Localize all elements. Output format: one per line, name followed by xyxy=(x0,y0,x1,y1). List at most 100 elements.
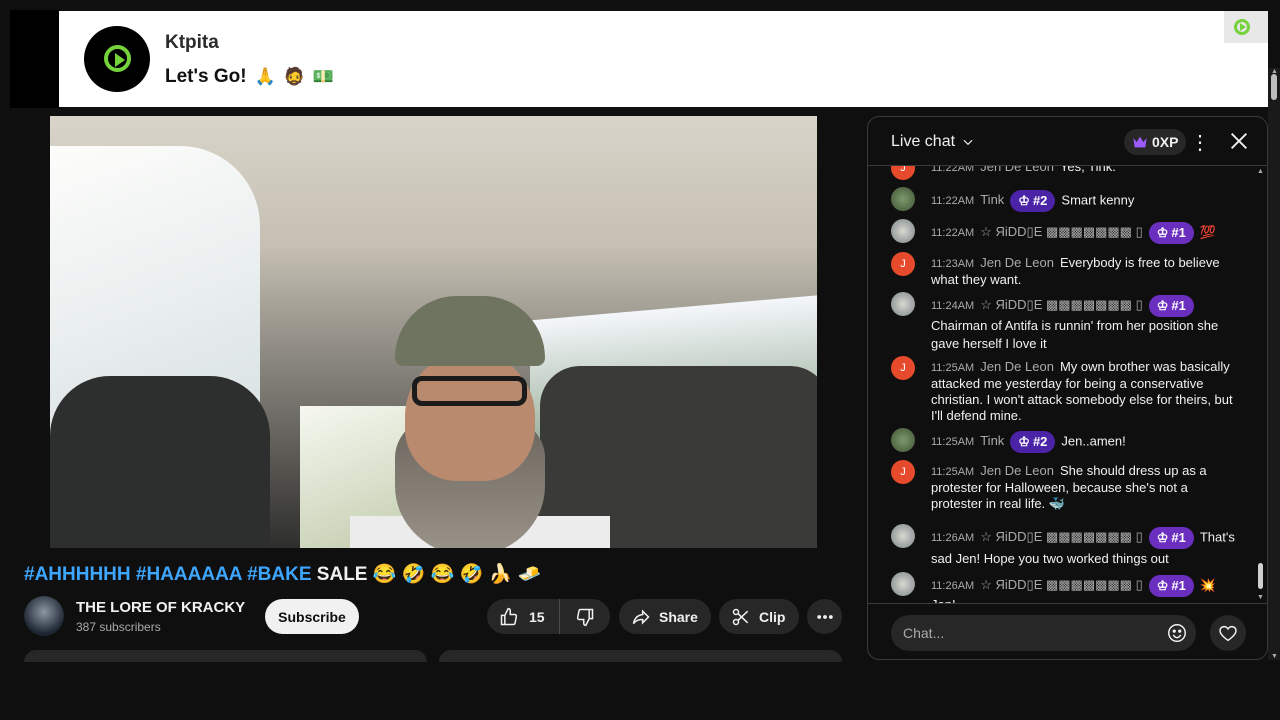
chat-header: Live chat 0XP ⋮ xyxy=(868,117,1267,166)
title-text: SALE xyxy=(316,564,368,585)
channel-avatar[interactable] xyxy=(24,596,64,636)
chat-mode-dropdown[interactable]: Live chat xyxy=(891,133,975,151)
video-frame-person xyxy=(350,296,630,548)
scrollbar-thumb[interactable] xyxy=(1271,74,1277,100)
rumble-logo-icon xyxy=(84,26,150,92)
rank-badge: ♔ #1 xyxy=(1148,527,1194,549)
message-time: 11:24AM xyxy=(931,300,975,313)
rank-badge: ♔ #1 xyxy=(1148,222,1194,244)
pray-emoji-icon: 🙏 xyxy=(254,67,276,86)
banner-message-text: Let's Go! xyxy=(165,66,247,87)
like-count: 15 xyxy=(529,608,545,625)
chat-footer xyxy=(868,603,1267,659)
message-author[interactable]: ☆ ЯiDD▯E ▩▩▩▩▩▩▩ ▯ xyxy=(980,529,1143,544)
share-label: Share xyxy=(659,608,698,625)
user-avatar[interactable] xyxy=(891,572,915,596)
message-author[interactable]: Jen De Leon xyxy=(980,359,1054,374)
banner-username: Ktpita xyxy=(165,32,219,53)
user-avatar[interactable] xyxy=(891,219,915,243)
emoji-icon[interactable] xyxy=(1166,622,1188,644)
hashtag-link[interactable]: #BAKE xyxy=(247,564,311,585)
channel-name[interactable]: THE LORE OF KRACKY xyxy=(76,599,245,616)
close-icon[interactable] xyxy=(1228,130,1250,152)
message-author[interactable]: Jen De Leon xyxy=(980,255,1054,270)
money-emoji-icon: 💵 xyxy=(312,67,335,86)
hashtag-link[interactable]: #HAAAAAA xyxy=(136,564,242,585)
message-time: 11:22AM xyxy=(931,166,975,174)
xp-badge[interactable]: 0XP xyxy=(1124,129,1187,155)
message-author[interactable]: ☆ ЯiDD▯E ▩▩▩▩▩▩▩ ▯ xyxy=(980,297,1143,312)
message-author[interactable]: Tink xyxy=(980,433,1004,448)
chevron-down-icon xyxy=(963,139,973,146)
related-card[interactable] xyxy=(439,650,842,662)
video-player[interactable] xyxy=(50,116,817,548)
chat-message-list[interactable]: J 11:22AM Jen De Leon Yes, Tink. 11:22AM Ti… xyxy=(868,166,1267,603)
scroll-down-icon[interactable]: ▼ xyxy=(1271,653,1278,660)
thumbs-down-icon xyxy=(576,608,594,626)
message-time: 11:23AM xyxy=(931,258,975,270)
banner-message: Let's Go! 🙏 🧔 💵 xyxy=(165,66,334,88)
rank-badge: ♔ #2 xyxy=(1010,190,1056,212)
dislike-button[interactable] xyxy=(560,599,610,634)
scroll-down-icon[interactable]: ▼ xyxy=(1257,594,1264,601)
clip-label: Clip xyxy=(759,608,786,625)
chat-input[interactable] xyxy=(891,615,1196,651)
message-time: 11:25AM xyxy=(931,466,975,478)
description-card[interactable] xyxy=(24,650,427,662)
message-text: Smart kenny xyxy=(1061,192,1135,208)
xp-value: 0XP xyxy=(1152,134,1179,150)
live-chat-panel: Live chat 0XP ⋮ J 11:22AM Jen De Leon Yes,… xyxy=(867,116,1268,660)
message-author[interactable]: Tink xyxy=(980,192,1004,207)
message-time: 11:26AM xyxy=(931,532,975,545)
subscriber-count: 387 subscribers xyxy=(76,620,161,634)
message-text: 💯 xyxy=(1199,224,1217,240)
chat-title: Live chat xyxy=(891,133,956,150)
message-time: 11:25AM xyxy=(931,436,975,449)
banner-left-strip xyxy=(10,10,60,108)
message-text: My own brother was basically attacked me… xyxy=(931,359,1233,423)
rank-badge: ♔ #1 xyxy=(1148,295,1194,317)
message-author[interactable]: ☆ ЯiDD▯E ▩▩▩▩▩▩▩ ▯ xyxy=(980,577,1143,592)
message-author[interactable]: Jen De Leon xyxy=(980,166,1054,174)
message-text: Jen..amen! xyxy=(1061,433,1126,449)
user-avatar[interactable] xyxy=(891,187,915,211)
user-avatar[interactable]: J xyxy=(891,356,915,380)
rank-badge: ♔ #1 xyxy=(1148,575,1194,597)
user-avatar[interactable]: J xyxy=(891,460,915,484)
more-actions-button[interactable] xyxy=(807,599,842,634)
message-text: Everybody is free to believe what they w… xyxy=(931,255,1220,287)
message-author[interactable]: Jen De Leon xyxy=(980,463,1054,478)
share-icon xyxy=(632,608,650,625)
user-avatar[interactable]: J xyxy=(891,166,915,180)
message-time: 11:22AM xyxy=(931,227,975,240)
rank-badge: ♔ #2 xyxy=(1010,431,1056,453)
chat-more-icon[interactable]: ⋮ xyxy=(1190,130,1210,155)
like-button[interactable]: 15 xyxy=(487,599,560,634)
heart-button[interactable] xyxy=(1210,615,1246,651)
notification-banner: Ktpita Let's Go! 🙏 🧔 💵 xyxy=(59,11,1268,107)
video-title: #AHHHHHH #HAAAAAA #BAKE SALE 😂 🤣 😂 🤣 🍌 🧈 xyxy=(24,562,541,586)
message-time: 11:25AM xyxy=(931,362,975,374)
message-text: Yes, Tink. xyxy=(1059,166,1116,174)
message-author[interactable]: ☆ ЯiDD▯E ▩▩▩▩▩▩▩ ▯ xyxy=(980,224,1143,239)
thumbs-up-icon xyxy=(500,607,518,625)
like-dislike-group: 15 xyxy=(487,599,610,634)
scrollbar-thumb[interactable] xyxy=(1258,563,1263,589)
scroll-up-icon[interactable]: ▲ xyxy=(1257,168,1264,175)
user-avatar[interactable] xyxy=(891,292,915,316)
user-avatar[interactable] xyxy=(891,428,915,452)
subscribe-button[interactable]: Subscribe xyxy=(265,599,359,634)
scissors-icon xyxy=(732,608,749,625)
clip-button[interactable]: Clip xyxy=(719,599,799,634)
share-button[interactable]: Share xyxy=(619,599,711,634)
page-scrollbar[interactable]: ▲ ▼ xyxy=(1268,68,1280,660)
message-time: 11:26AM xyxy=(931,580,975,593)
crown-icon xyxy=(1133,136,1147,148)
user-avatar[interactable]: J xyxy=(891,252,915,276)
hashtag-link[interactable]: #AHHHHHH xyxy=(24,564,131,585)
message-time: 11:22AM xyxy=(931,195,975,208)
mini-logo-icon[interactable] xyxy=(1224,11,1268,43)
chat-scrollbar[interactable]: ▲ ▼ xyxy=(1257,166,1265,603)
more-horizontal-icon xyxy=(816,614,833,619)
user-avatar[interactable] xyxy=(891,524,915,548)
